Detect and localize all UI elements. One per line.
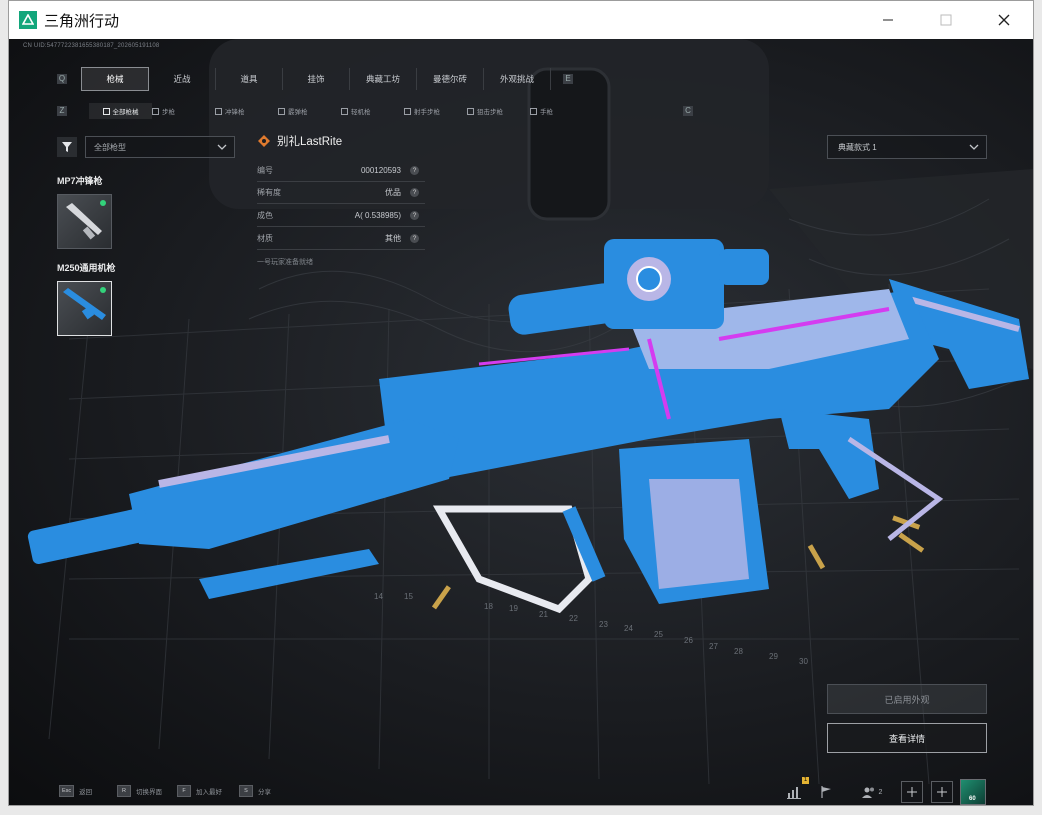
help-icon[interactable]: ? — [410, 233, 419, 243]
hint-switch-view[interactable]: R 切换界面 — [117, 785, 162, 797]
bar-chart-icon — [787, 787, 801, 799]
subtab-sniper[interactable]: 狙击步枪 — [467, 106, 530, 116]
app-logo-icon — [19, 11, 37, 29]
svg-text:15: 15 — [404, 592, 413, 601]
subtab-all[interactable]: 全部枪械 — [89, 103, 152, 119]
subtab-lmg[interactable]: 轻机枪 — [341, 106, 404, 116]
category-tabs: Q 枪械 近战 道具 挂饰 典藏工坊 曼德尔砖 外观挑战 E — [57, 67, 573, 91]
skin-title: 别礼LastRite — [257, 133, 342, 149]
style-variant-select[interactable]: 典藏款式 1 — [827, 135, 987, 159]
equipped-dot-icon — [100, 200, 106, 206]
rifle-icon — [152, 107, 159, 115]
tab-guns[interactable]: 枪械 — [81, 67, 149, 91]
subtab-pistol[interactable]: 手枪 — [530, 106, 593, 116]
skin-name: 别礼LastRite — [277, 136, 343, 148]
subtab-rifle[interactable]: 步枪 — [152, 106, 215, 116]
add-button[interactable] — [901, 781, 923, 803]
info-row-serial: 编号 000120593 ? — [257, 159, 425, 182]
sniper-icon — [467, 107, 474, 115]
svg-text:24: 24 — [624, 624, 633, 633]
svg-text:28: 28 — [734, 647, 743, 656]
lmg-icon — [341, 107, 348, 115]
weapon-card-mp7[interactable] — [57, 194, 112, 249]
marksman-icon — [404, 107, 411, 115]
weapon-type-tabs: Z 全部枪械 步枪 冲锋枪 霰弹枪 轻机枪 射手步枪 狙击步枪 手枪 C — [57, 103, 693, 119]
info-row-material: 材质 其他 ? — [257, 227, 425, 250]
svg-text:19: 19 — [509, 604, 518, 613]
uid-text: CN UID:5477722381655380187_202605191108 — [23, 43, 160, 49]
equipped-dot-icon — [100, 287, 106, 293]
tab-items[interactable]: 道具 — [216, 68, 283, 90]
subtab-marksman[interactable]: 射手步枪 — [404, 106, 467, 116]
weapon-name-mp7: MP7冲锋枪 — [57, 176, 103, 186]
game-window: 三角洲行动 14 15 18 19 21 22 23 24 25 26 27 2… — [8, 0, 1034, 806]
gun-type-select[interactable]: 全部枪型 — [85, 136, 235, 158]
plus-icon — [937, 787, 947, 797]
subtabs-prev-icon[interactable]: Z — [57, 106, 67, 116]
maximize-button[interactable] — [917, 1, 975, 39]
flag-icon — [821, 786, 831, 798]
svg-text:27: 27 — [709, 642, 718, 651]
minimize-button[interactable] — [859, 1, 917, 39]
hint-back[interactable]: Esc 返回 — [59, 785, 92, 797]
hint-add-favorite[interactable]: F 加入最好 — [177, 785, 222, 797]
stats-button[interactable] — [784, 781, 806, 803]
tabs-prev-icon[interactable]: Q — [57, 74, 67, 84]
tabs-next-icon[interactable]: E — [563, 74, 573, 84]
title-bar: 三角洲行动 — [9, 1, 1033, 39]
filter-button[interactable] — [57, 137, 77, 157]
pistol-icon — [530, 107, 537, 115]
subtab-shotgun[interactable]: 霰弹枪 — [278, 106, 341, 116]
svg-text:30: 30 — [799, 657, 808, 666]
info-row-rarity: 稀有度 优品 ? — [257, 181, 425, 204]
svg-text:14: 14 — [374, 592, 383, 601]
grid-icon — [102, 107, 110, 115]
tab-collection-workshop[interactable]: 典藏工坊 — [350, 68, 417, 90]
svg-text:29: 29 — [769, 652, 778, 661]
close-button[interactable] — [975, 1, 1033, 39]
chevron-down-icon — [969, 144, 979, 150]
subtabs-next-icon[interactable]: C — [683, 106, 693, 116]
shotgun-icon — [278, 107, 285, 115]
tab-melee[interactable]: 近战 — [149, 68, 216, 90]
report-button[interactable] — [815, 781, 837, 803]
window-title: 三角洲行动 — [44, 12, 120, 30]
view-details-button[interactable]: 查看详情 — [827, 723, 987, 753]
svg-text:23: 23 — [599, 620, 608, 629]
notification-badge: 1 — [802, 777, 809, 784]
filter-icon — [62, 142, 72, 152]
svg-text:25: 25 — [654, 630, 663, 639]
friends-icon — [861, 787, 874, 798]
skin-note: 一号玩家准备就绪 — [257, 259, 313, 266]
tab-appearance-challenge[interactable]: 外观挑战 — [484, 68, 551, 90]
add-friend-button[interactable] — [931, 781, 953, 803]
rarity-diamond-icon — [258, 135, 270, 147]
info-row-wear: 成色 A( 0.538985) ? — [257, 204, 425, 227]
player-level: 60 — [969, 796, 976, 802]
applied-appearance-button[interactable]: 已启用外观 — [827, 684, 987, 714]
friends-button[interactable]: 2 — [857, 781, 887, 803]
help-icon[interactable]: ? — [410, 165, 419, 175]
svg-text:18: 18 — [484, 602, 493, 611]
weapon-card-m250[interactable] — [57, 281, 112, 336]
smg-icon — [215, 107, 222, 115]
tab-mandel-brick[interactable]: 曼德尔砖 — [417, 68, 484, 90]
chevron-down-icon — [217, 144, 227, 150]
svg-text:26: 26 — [684, 636, 693, 645]
subtab-smg[interactable]: 冲锋枪 — [215, 106, 278, 116]
tab-charms[interactable]: 挂饰 — [283, 68, 350, 90]
svg-text:22: 22 — [569, 614, 578, 623]
game-viewport: 14 15 18 19 21 22 23 24 25 26 27 28 29 30 — [9, 39, 1033, 805]
hint-share[interactable]: S 分享 — [239, 785, 271, 797]
svg-text:21: 21 — [539, 610, 548, 619]
help-icon[interactable]: ? — [410, 210, 419, 220]
help-icon[interactable]: ? — [410, 187, 419, 197]
weapon-name-m250: M250通用机枪 — [57, 263, 116, 273]
plus-icon — [907, 787, 917, 797]
